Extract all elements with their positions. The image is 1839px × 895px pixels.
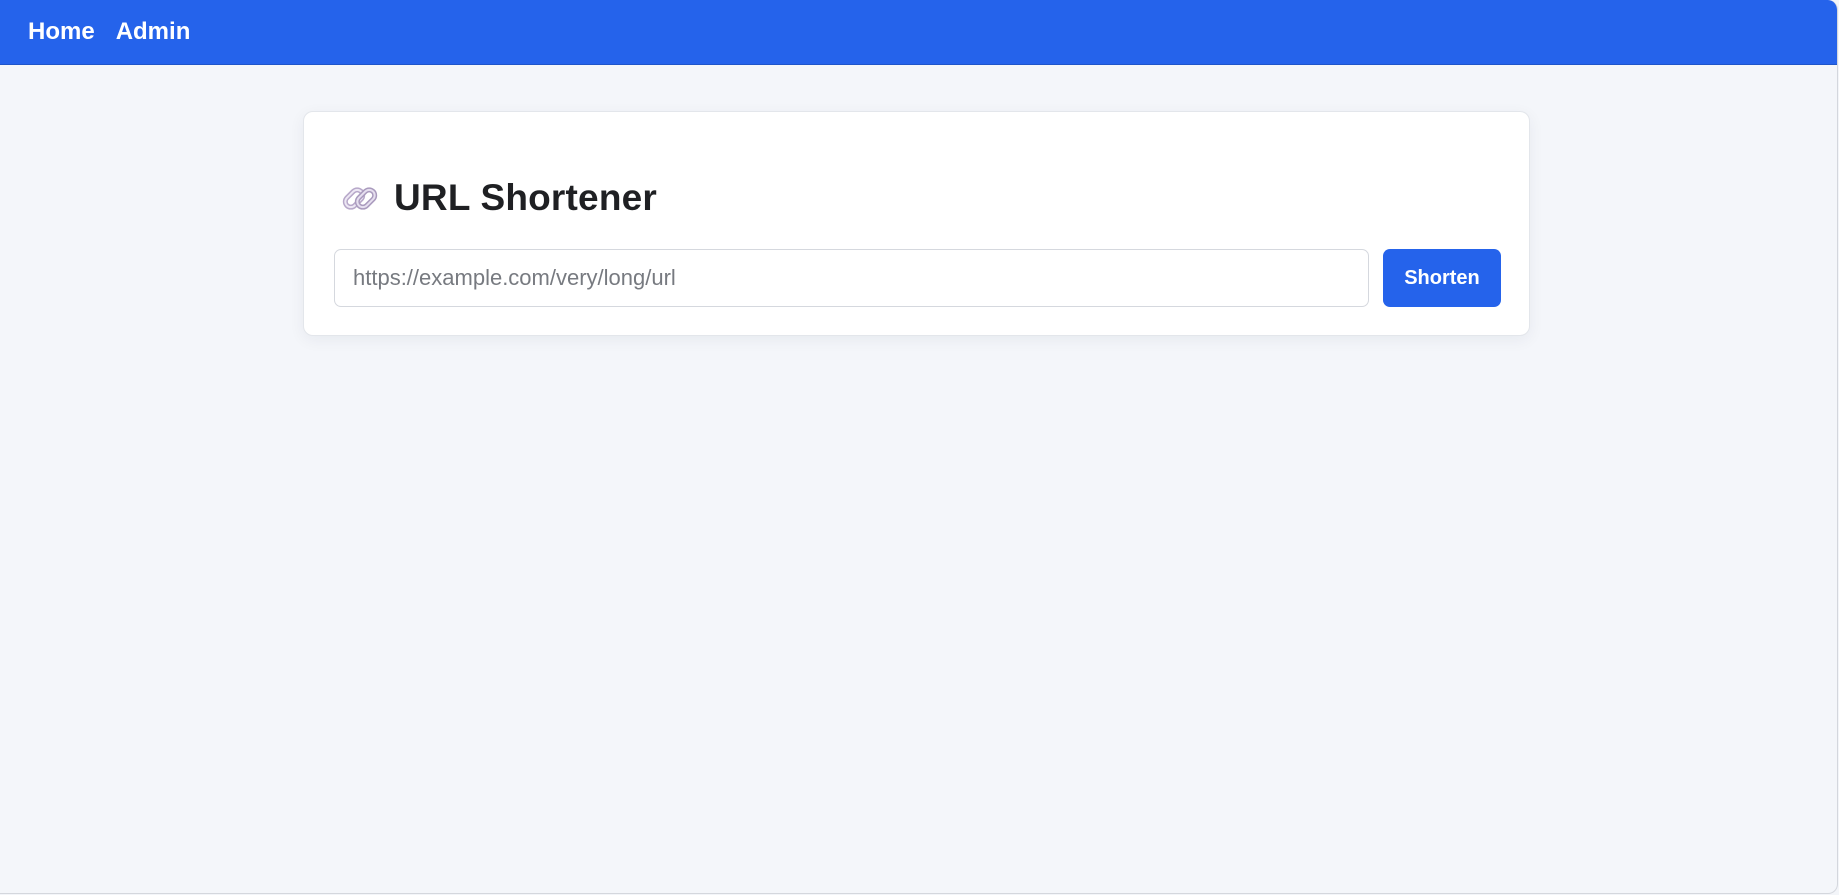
url-input[interactable]	[334, 249, 1369, 307]
shorten-button[interactable]: Shorten	[1383, 249, 1501, 307]
nav-link-home[interactable]: Home	[28, 20, 95, 44]
nav-link-admin[interactable]: Admin	[116, 20, 191, 44]
page-title: URL Shortener	[340, 177, 657, 219]
app-window: Home Admin URL Shortener Shorten	[0, 0, 1838, 894]
title-text: URL Shortener	[394, 177, 658, 218]
link-icon	[340, 178, 380, 218]
top-navbar: Home Admin	[0, 0, 1837, 65]
url-shortener-card: URL Shortener Shorten	[303, 111, 1530, 336]
